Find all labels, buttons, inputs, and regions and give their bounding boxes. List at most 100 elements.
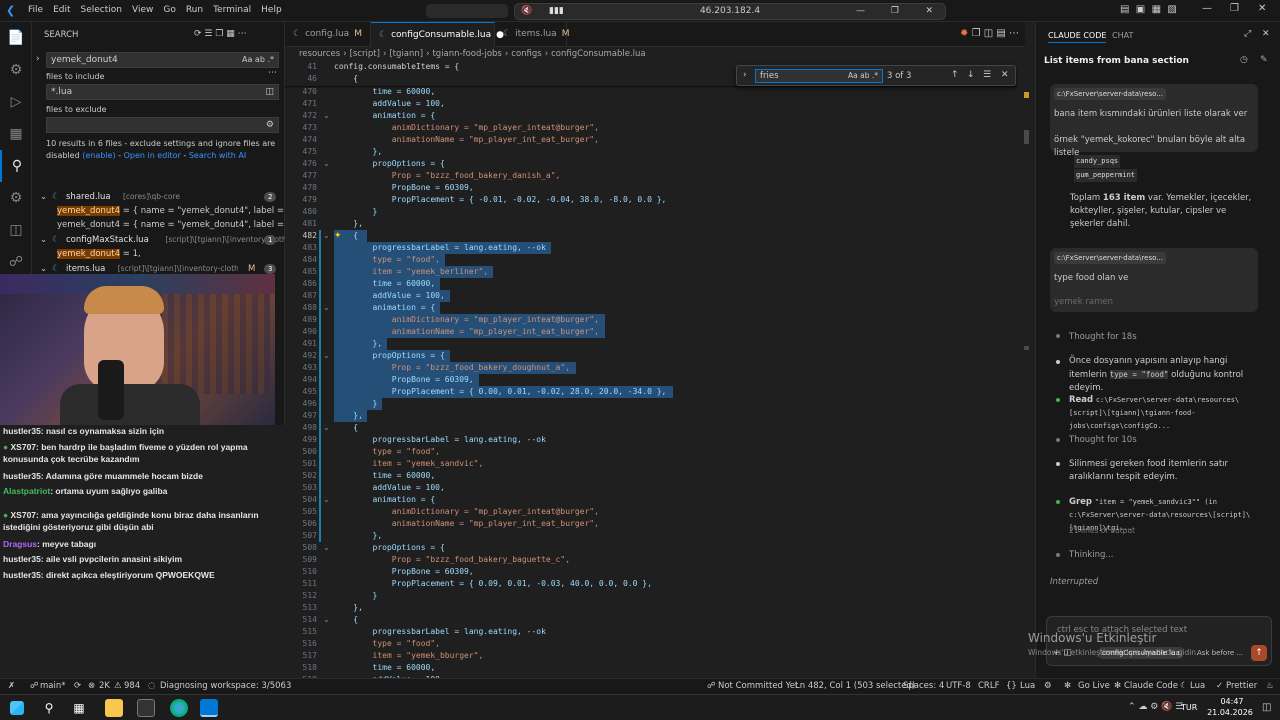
code-line[interactable]: } (334, 206, 378, 218)
read-path[interactable]: c:\FxServer\server-data\resources\[scrip… (1069, 396, 1239, 430)
code-line[interactable]: addValue = 100, (334, 482, 445, 494)
breadcrumb-item[interactable]: [tgiann] (389, 49, 423, 59)
result-match[interactable]: yemek_donut4 = { name = "yemek_donut4", … (32, 204, 285, 218)
code-line[interactable]: time = 60000, (334, 470, 436, 482)
sync-icon[interactable]: ⟳ (74, 679, 81, 694)
claude-status[interactable]: Claude Code (1124, 679, 1178, 694)
edge-icon[interactable] (170, 699, 188, 717)
indentation[interactable]: Spaces: 4 (903, 679, 944, 694)
window-maximize-icon[interactable]: ❐ (1230, 3, 1239, 14)
panel-expand-icon[interactable]: ⤢ (1244, 29, 1251, 39)
menu-item-go[interactable]: Go (163, 5, 175, 15)
path-chip-2[interactable]: c:\FxServer\server-data\reso... (1054, 252, 1166, 264)
notifications-icon[interactable]: ♨ (1266, 679, 1274, 694)
search-input[interactable]: yemek_donut4 Aa ab .* (46, 52, 279, 68)
code-line[interactable]: progressbarLabel = lang.eating, --ok (334, 434, 546, 446)
code-editor[interactable]: 41 config.consumableItems = {46 {470 time… (285, 62, 1025, 678)
breadcrumb-item[interactable]: configConsumable.lua (551, 49, 645, 59)
tab-configConsumable-lua[interactable]: ☾ configConsumable.lua ● (371, 22, 504, 47)
find-options-icons[interactable]: Aa ab .* (848, 70, 878, 82)
thought-2[interactable]: Thought for 10s (1069, 434, 1137, 447)
code-line[interactable]: }, (334, 146, 383, 158)
code-line[interactable]: animDictionary = "mp_player_inteat@burge… (334, 122, 599, 134)
fold-chevron-icon[interactable]: ⌄ (323, 110, 330, 122)
result-file[interactable]: ⌄ ☾ configMaxStack.lua [script]\[tgiann]\[i… (32, 233, 285, 247)
diagnosing-status[interactable]: Diagnosing workspace: 3/5063 (160, 679, 291, 694)
mute-icon[interactable]: 🔇 (521, 4, 532, 19)
code-line[interactable]: } (334, 398, 378, 410)
chat-username[interactable]: hustler35 (3, 426, 41, 436)
sticky-line[interactable]: config.consumableItems = { (334, 62, 459, 71)
send-icon[interactable]: ↑ (1251, 645, 1267, 661)
menu-item-edit[interactable]: Edit (53, 5, 70, 15)
breadcrumb-item[interactable]: tgiann-food-jobs (432, 49, 501, 59)
code-line[interactable]: PropPlacement = { -0.01, -0.02, -0.04, 3… (334, 194, 667, 206)
code-line[interactable]: animation = { (334, 110, 436, 122)
breadcrumb-item[interactable]: [script] (350, 49, 380, 59)
explorer-icon[interactable]: 📄 (0, 22, 32, 54)
code-line[interactable]: animationName = "mp_player_int_eat_burge… (334, 134, 599, 146)
open-editors-only-icon[interactable]: ◫ (265, 85, 274, 99)
fold-chevron-icon[interactable]: ⌄ (323, 350, 330, 362)
enable-link[interactable]: (enable) (82, 151, 115, 160)
find-input[interactable]: fries Aa ab .* (755, 69, 883, 83)
scrollbar-thumb[interactable] (1024, 130, 1029, 144)
mode-selector[interactable]: Ask before ... (1197, 649, 1243, 657)
clock-date[interactable]: 21.04.2026 (1204, 708, 1256, 717)
vscode-taskbar-icon[interactable] (200, 699, 218, 717)
code-line[interactable]: animationName = "mp_player_int_eat_burge… (334, 326, 599, 338)
tab-config-lua[interactable]: ☾ config.lua M (285, 22, 371, 47)
code-line[interactable]: PropBone = 60309, (334, 566, 474, 578)
code-line[interactable]: addValue = 100, (334, 290, 445, 302)
fold-chevron-icon[interactable]: ⌄ (323, 494, 330, 506)
warnings-count[interactable]: 984 (124, 679, 140, 694)
cursor-position[interactable]: Ln 482, Col 1 (503 selected) (795, 679, 915, 694)
chat-username[interactable]: hustler35 (3, 570, 41, 580)
chat-username[interactable]: XS707 (11, 510, 37, 520)
chevron-down-icon[interactable]: ⌄ (40, 190, 47, 204)
result-match[interactable]: yemek_donut4 = 1, (32, 247, 285, 261)
chat-username[interactable]: XS707 (11, 442, 37, 452)
code-line[interactable]: progressbarLabel = lang.eating, --ok (334, 626, 546, 638)
prettier-status[interactable]: Prettier (1226, 679, 1257, 694)
code-line[interactable]: propOptions = { (334, 542, 445, 554)
chat-username[interactable]: Dragsus (3, 539, 37, 549)
history-icon[interactable]: ◷ (1240, 55, 1248, 65)
notification-center-icon[interactable]: ◫ (1262, 702, 1271, 713)
use-exclude-settings-icon[interactable]: ⚙ (266, 118, 274, 132)
nav-controls[interactable] (426, 4, 508, 18)
terminal-icon[interactable] (137, 699, 155, 717)
chevron-down-icon[interactable]: ⌄ (40, 233, 47, 247)
fold-chevron-icon[interactable]: ⌄ (323, 158, 330, 170)
path-chip[interactable]: c:\FxServer\server-data\reso... (1054, 88, 1166, 100)
close-icon[interactable]: ✕ (925, 4, 933, 19)
tab-modified-indicator[interactable]: M (354, 29, 362, 39)
code-line[interactable]: addValue = 100, (334, 98, 445, 110)
code-line[interactable]: Prop = "bzzz_food_bakery_danish_a", (334, 170, 561, 182)
toggle-replace-icon[interactable]: › (36, 54, 40, 64)
chat-username[interactable]: hustler35 (3, 554, 41, 564)
next-match-icon[interactable]: ↓ (967, 70, 975, 80)
breadcrumb-item[interactable]: resources (299, 49, 340, 59)
previous-match-icon[interactable]: ↑ (951, 70, 959, 80)
code-line[interactable]: type = "food", (334, 638, 440, 650)
code-line[interactable]: time = 60000, (334, 662, 436, 674)
warnings-icon[interactable]: ⚠ (114, 679, 122, 694)
code-line[interactable]: item = "yemek_sandvic", (334, 458, 484, 470)
code-line[interactable]: animationName = "mp_player_int_eat_burge… (334, 518, 599, 530)
editor-scrollbar[interactable] (1018, 62, 1034, 678)
task-view-icon[interactable]: ▦ (70, 699, 88, 717)
code-line[interactable]: { (334, 422, 358, 434)
menu-item-terminal[interactable]: Terminal (213, 5, 251, 15)
remote-icon[interactable]: ✗ (8, 679, 15, 694)
more-options-icon[interactable]: ⋯ (268, 68, 277, 78)
extensions-icon[interactable]: ▦ (0, 118, 32, 150)
chat-username[interactable]: hustler35 (3, 471, 41, 481)
result-match[interactable]: yemek_donut4 = { name = "yemek_donut4", … (32, 218, 285, 232)
go-live[interactable]: Go Live (1078, 679, 1110, 694)
code-line[interactable]: item = "yemek_berliner", (334, 266, 489, 278)
code-line[interactable]: propOptions = { (334, 158, 445, 170)
window-minimize-icon[interactable]: — (1202, 3, 1212, 14)
start-icon[interactable] (10, 701, 24, 715)
fold-chevron-icon[interactable]: ⌄ (323, 302, 330, 314)
